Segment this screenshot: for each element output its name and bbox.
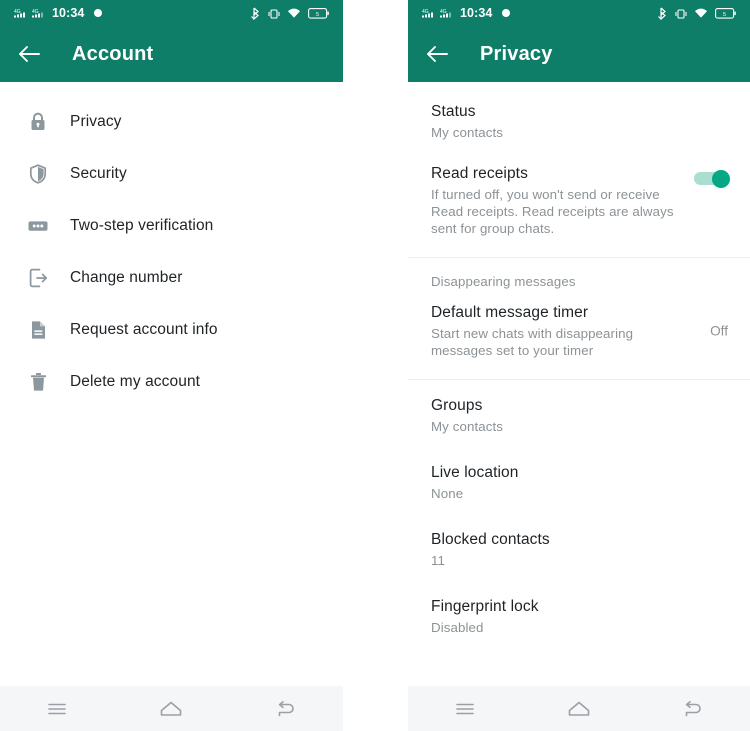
page-title-privacy: Privacy bbox=[480, 42, 553, 65]
bluetooth-icon bbox=[251, 7, 259, 20]
svg-text:5: 5 bbox=[316, 11, 319, 17]
back-nav-button[interactable] bbox=[671, 692, 715, 726]
phone-screen-account: 4G 4G 10:34 5 Account Privacy Security T… bbox=[0, 0, 343, 731]
item-subtitle: Start new chats with disappearing messag… bbox=[431, 326, 634, 358]
recents-button[interactable] bbox=[443, 692, 487, 726]
item-subtitle: If turned off, you won't send or receive… bbox=[431, 187, 674, 236]
status-bar-clock: 10:34 bbox=[52, 6, 85, 20]
sidebar-item-label: Change number bbox=[70, 269, 183, 286]
item-subtitle: None bbox=[431, 486, 464, 501]
account-content: Privacy Security Two-step verification C… bbox=[0, 82, 343, 731]
sidebar-item-request-account-info[interactable]: Request account info bbox=[0, 304, 343, 356]
privacy-item-groups[interactable]: Groups My contacts bbox=[408, 380, 750, 446]
system-nav-bar-right bbox=[408, 686, 750, 731]
item-title: Status bbox=[431, 103, 476, 120]
home-button[interactable] bbox=[557, 692, 601, 726]
svg-text:4G: 4G bbox=[14, 9, 21, 15]
signal-4g-icon-secondary: 4G bbox=[440, 9, 451, 17]
sidebar-item-label: Privacy bbox=[70, 113, 122, 130]
privacy-content: Status My contacts Read receipts If turn… bbox=[408, 82, 750, 731]
change-number-icon bbox=[27, 267, 49, 289]
privacy-item-read-receipts[interactable]: Read receipts If turned off, you won't s… bbox=[408, 152, 750, 248]
bluetooth-icon bbox=[658, 7, 666, 20]
sidebar-item-security[interactable]: Security bbox=[0, 148, 343, 200]
item-title: Read receipts bbox=[431, 165, 528, 182]
shield-icon bbox=[27, 163, 49, 185]
home-icon bbox=[161, 701, 182, 716]
sidebar-item-label: Two-step verification bbox=[70, 217, 214, 234]
svg-text:4G: 4G bbox=[422, 9, 429, 15]
section-header-disappearing-messages: Disappearing messages bbox=[431, 274, 576, 289]
back-nav-button[interactable] bbox=[264, 692, 308, 726]
sidebar-item-privacy[interactable]: Privacy bbox=[0, 96, 343, 148]
item-subtitle: My contacts bbox=[431, 125, 504, 140]
signal-4g-icon-secondary: 4G bbox=[32, 9, 43, 17]
arrow-left-icon bbox=[427, 46, 448, 62]
document-icon bbox=[27, 319, 49, 341]
svg-text:5: 5 bbox=[723, 11, 726, 17]
item-subtitle: My contacts bbox=[431, 419, 504, 434]
account-settings-list: Privacy Security Two-step verification C… bbox=[0, 82, 343, 408]
status-bar-left: 4G 4G 10:34 5 bbox=[0, 0, 343, 26]
status-bar-right: 4G 4G 10:34 5 bbox=[408, 0, 750, 26]
recents-button[interactable] bbox=[35, 692, 79, 726]
back-arrow-icon bbox=[278, 700, 294, 716]
item-title: Groups bbox=[431, 397, 483, 414]
item-title: Default message timer bbox=[431, 304, 589, 321]
svg-text:4G: 4G bbox=[440, 9, 447, 15]
page-title-account: Account bbox=[72, 42, 154, 65]
sidebar-item-delete-my-account[interactable]: Delete my account bbox=[0, 356, 343, 408]
trash-icon bbox=[27, 371, 49, 393]
battery-icon: 5 bbox=[715, 7, 736, 19]
item-subtitle: Disabled bbox=[431, 620, 484, 635]
back-button-privacy[interactable] bbox=[424, 41, 450, 67]
read-receipts-toggle[interactable] bbox=[694, 170, 730, 188]
phone-screen-privacy: 4G 4G 10:34 5 Privacy Status My contacts… bbox=[408, 0, 750, 731]
app-bar-privacy: Privacy bbox=[408, 26, 750, 82]
wifi-icon bbox=[695, 8, 707, 18]
record-dot-icon bbox=[94, 9, 103, 17]
sidebar-item-label: Request account info bbox=[70, 321, 218, 338]
svg-text:4G: 4G bbox=[32, 9, 39, 15]
privacy-item-default-message-timer[interactable]: Default message timer Start new chats wi… bbox=[408, 291, 750, 370]
status-bar-right-group: 5 bbox=[251, 7, 329, 20]
sidebar-item-label: Security bbox=[70, 165, 127, 182]
item-value: Off bbox=[710, 323, 728, 338]
back-button-account[interactable] bbox=[16, 41, 42, 67]
sidebar-item-label: Delete my account bbox=[70, 373, 201, 390]
privacy-settings-list: Status My contacts Read receipts If turn… bbox=[408, 82, 750, 647]
item-subtitle: 11 bbox=[431, 553, 446, 568]
privacy-item-blocked-contacts[interactable]: Blocked contacts 11 bbox=[408, 513, 750, 580]
toggle-thumb bbox=[712, 170, 730, 188]
item-title: Fingerprint lock bbox=[431, 598, 539, 615]
privacy-item-status[interactable]: Status My contacts bbox=[408, 90, 750, 152]
app-bar-account: Account bbox=[0, 26, 343, 82]
privacy-item-live-location[interactable]: Live location None bbox=[408, 446, 750, 513]
record-dot-icon bbox=[502, 9, 511, 17]
sidebar-item-two-step-verification[interactable]: Two-step verification bbox=[0, 200, 343, 252]
status-bar-clock: 10:34 bbox=[460, 6, 493, 20]
status-bar-right-group-2: 5 bbox=[658, 7, 736, 20]
sidebar-item-change-number[interactable]: Change number bbox=[0, 252, 343, 304]
home-button[interactable] bbox=[149, 692, 193, 726]
status-bar-left-group: 4G 4G 10:34 bbox=[14, 6, 103, 20]
arrow-left-icon bbox=[19, 46, 40, 62]
status-bar-left-group-2: 4G 4G 10:34 bbox=[422, 6, 511, 20]
recents-menu-icon bbox=[48, 703, 66, 714]
back-arrow-icon bbox=[685, 700, 701, 716]
signal-4g-icon: 4G bbox=[14, 9, 25, 17]
vibrate-icon bbox=[675, 8, 687, 19]
signal-4g-icon: 4G bbox=[422, 9, 433, 17]
two-step-dots-icon bbox=[27, 215, 49, 237]
privacy-item-fingerprint-lock[interactable]: Fingerprint lock Disabled bbox=[408, 580, 750, 647]
vibrate-icon bbox=[268, 8, 280, 19]
lock-icon bbox=[27, 111, 49, 133]
item-title: Live location bbox=[431, 464, 519, 481]
recents-menu-icon bbox=[456, 703, 474, 714]
battery-icon: 5 bbox=[308, 7, 329, 19]
item-title: Blocked contacts bbox=[431, 531, 550, 548]
wifi-icon bbox=[288, 8, 300, 18]
home-icon bbox=[568, 701, 590, 716]
system-nav-bar-left bbox=[0, 686, 343, 731]
